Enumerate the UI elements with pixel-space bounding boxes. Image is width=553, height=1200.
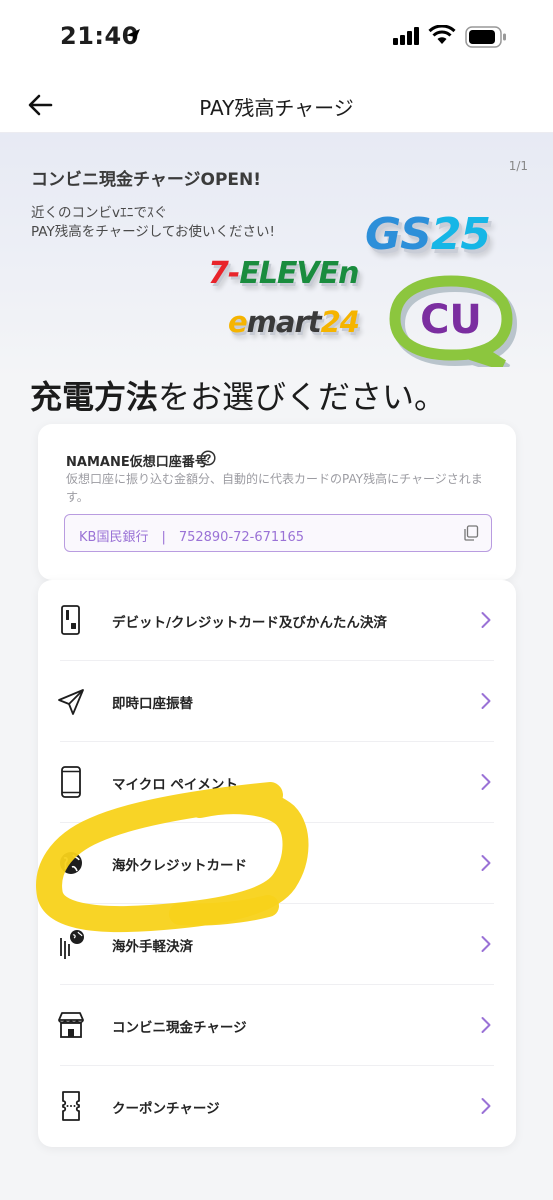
- banner-title: コンビニ現金チャージOPEN!: [31, 170, 261, 190]
- page-title: PAY残高チャージ: [199, 96, 354, 120]
- gs25-logo-letters: GS: [365, 209, 432, 260]
- chevron-right-icon: [480, 1016, 492, 1038]
- method-row-convenience-store[interactable]: コンビニ現金チャージ: [38, 985, 516, 1066]
- virtual-account-card: NAMANE仮想口座番号 仮想口座に振り込む金額分、自動的に代表カードのPAY残…: [38, 424, 516, 580]
- emart24-logo: emart24: [228, 305, 360, 339]
- method-label: クーポンチャージ: [112, 1101, 220, 1117]
- emart24-logo-mart: mart: [246, 305, 322, 339]
- location-arrow-icon: [124, 27, 142, 49]
- chevron-right-icon: [480, 854, 492, 876]
- signal-icon: [393, 27, 421, 49]
- cu-logo-text: CU: [420, 297, 482, 343]
- method-label: 海外手軽決済: [112, 939, 193, 955]
- emart24-logo-e: e: [228, 305, 248, 339]
- promo-banner[interactable]: コンビニ現金チャージOPEN! 近くのコンビvｴﾆでｽぐ PAY残高をチャージし…: [0, 133, 553, 379]
- method-label: 即時口座振替: [112, 696, 193, 712]
- banner-pager: 1/1: [508, 159, 528, 173]
- method-row-overseas-credit[interactable]: 海外クレジットカード: [38, 823, 516, 904]
- choose-method-heading: 充電方法をお選びください。: [30, 372, 446, 418]
- charge-method-list: デビット/クレジットカード及びかんたん決済 即時口座振替 マイクロ ペイメント …: [38, 580, 516, 1147]
- phone-icon: [56, 766, 86, 798]
- method-row-micro-payment[interactable]: マイクロ ペイメント: [38, 742, 516, 823]
- method-label: コンビニ現金チャージ: [112, 1020, 247, 1036]
- gs25-logo-number: 25: [430, 209, 491, 260]
- navigation-bar: PAY残高チャージ: [0, 76, 553, 133]
- account-number-text: KB国民銀行 | 752890-72-671165: [79, 530, 304, 545]
- chevron-right-icon: [480, 1097, 492, 1119]
- screen: 21:40 PAY残高チャージ コンビニ現金チャージOPEN! 近くのコンビvｴ…: [0, 0, 553, 1200]
- globe-card-icon: [56, 928, 86, 960]
- seven-eleven-logo: 7-ELEVEn: [208, 256, 360, 291]
- seven-eleven-logo-letters: ELEVEn: [239, 256, 359, 291]
- method-row-debit-credit[interactable]: デビット/クレジットカード及びかんたん決済: [38, 580, 516, 661]
- coupon-icon: [56, 1090, 86, 1122]
- seven-eleven-logo-number: 7-: [208, 256, 240, 291]
- heading-bold: 充電方法: [30, 378, 159, 416]
- send-icon: [56, 685, 86, 717]
- method-row-coupon[interactable]: クーポンチャージ: [38, 1066, 516, 1147]
- method-label: デビット/クレジットカード及びかんたん決済: [112, 615, 387, 631]
- copy-icon[interactable]: [463, 525, 479, 545]
- wifi-icon: [428, 24, 456, 49]
- globe-icon: [56, 847, 86, 879]
- virtual-account-description: 仮想口座に振り込む金額分、自動的に代表カードのPAY残高にチャージされます。: [66, 472, 483, 504]
- virtual-account-title: NAMANE仮想口座番号: [66, 455, 208, 470]
- method-row-overseas-easy-pay[interactable]: 海外手軽決済: [38, 904, 516, 985]
- gs25-logo: GS25: [365, 209, 491, 260]
- chevron-right-icon: [480, 692, 492, 714]
- method-label: 海外クレジットカード: [112, 858, 247, 874]
- heading-rest: をお選びください。: [158, 378, 447, 416]
- emart24-logo-number: 24: [320, 305, 360, 339]
- chevron-right-icon: [480, 773, 492, 795]
- chevron-right-icon: [480, 935, 492, 957]
- method-row-bank-transfer[interactable]: 即時口座振替: [38, 661, 516, 742]
- battery-icon: [465, 26, 507, 52]
- card-icon: [56, 604, 86, 636]
- method-label: マイクロ ペイメント: [112, 777, 238, 793]
- cu-logo: CU: [385, 275, 521, 376]
- chevron-right-icon: [480, 611, 492, 633]
- status-bar: 21:40: [0, 0, 553, 76]
- store-icon: [56, 1009, 86, 1041]
- help-question-icon[interactable]: [200, 450, 216, 470]
- banner-subtitle: 近くのコンビvｴﾆでｽぐ PAY残高をチャージしてお使いください!: [31, 205, 275, 240]
- account-number-field[interactable]: KB国民銀行 | 752890-72-671165: [64, 514, 492, 552]
